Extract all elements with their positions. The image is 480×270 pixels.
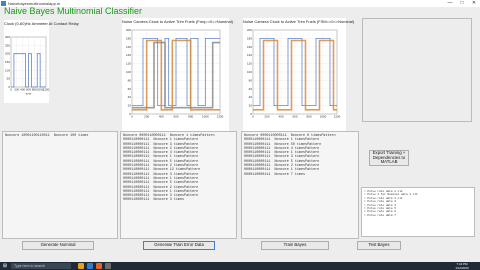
- x-tick-label: 200: [144, 115, 149, 119]
- x-tick-label: 600: [292, 115, 297, 119]
- x-tick-label: 200: [264, 115, 269, 119]
- x-tick-label: 0: [131, 115, 133, 119]
- y-tick-label: 100: [247, 70, 252, 74]
- y-tick-label: 80: [249, 78, 253, 82]
- y-tick-label: 300: [5, 35, 10, 39]
- minimize-icon[interactable]: —: [444, 0, 456, 7]
- x-tick-label: 0: [252, 115, 254, 119]
- y-tick-label: 100: [5, 68, 10, 72]
- chart-title: Noise Camera Clock to Active Trim Fuels …: [122, 19, 233, 24]
- y-tick-label: 40: [249, 95, 253, 99]
- y-tick-label: 180: [247, 36, 252, 40]
- maximize-icon[interactable]: □: [456, 0, 468, 7]
- nominal-output-content: Noncore 10001100110011 Noncore 100 times: [5, 134, 89, 138]
- close-icon[interactable]: ✕: [468, 0, 480, 7]
- bayes-output-text[interactable]: Noncore 0000110000111 Noncore 6 timesPat…: [241, 131, 359, 239]
- test-log-content: > Pulse rate data 1 clk > Pulse 1 for No…: [364, 190, 418, 217]
- y-tick-label: 140: [247, 53, 252, 57]
- x-tick-label: 1200: [334, 115, 341, 119]
- noise-chart-1: 0 200 400 600 800 1000 12000204060801001201401…: [126, 28, 224, 119]
- y-tick-label: 140: [126, 53, 131, 57]
- x-tick-label: 1200: [217, 115, 224, 119]
- y-tick-label: 20: [128, 104, 132, 108]
- chart-title: Clock (0-60)Hz Ammeter At Contact Relay: [4, 21, 79, 26]
- test-bayes-button[interactable]: Test Bayes: [357, 241, 401, 250]
- generate-train-error-button[interactable]: Generate Train Error Data: [143, 241, 215, 250]
- x-tick-label: 800: [188, 115, 193, 119]
- clock-chart: 0 200 400 600 800 1000 1200050100150200250300t…: [5, 35, 50, 96]
- x-tick-label: 200: [14, 88, 19, 92]
- taskbar-search-input[interactable]: Type here to search: [11, 263, 71, 269]
- empty-plot-area: [362, 18, 472, 122]
- x-tick-label: 800: [306, 115, 311, 119]
- noise-chart-2: 0 200 400 600 800 1000 12000204060801001201401…: [247, 28, 341, 119]
- file-explorer-icon[interactable]: [78, 263, 84, 269]
- y-tick-label: 100: [126, 70, 131, 74]
- y-tick-label: 200: [5, 52, 10, 56]
- x-axis-label: time: [26, 92, 32, 96]
- generate-nominal-button[interactable]: Generate Nominal: [22, 241, 94, 250]
- y-tick-label: 250: [5, 43, 10, 47]
- y-tick-label: 160: [126, 45, 131, 49]
- taskbar: ⊞ Type here to search 7:42 PM 1/12/2020: [0, 262, 480, 270]
- train-bayes-button[interactable]: Train Bayes: [261, 241, 329, 250]
- train-output-text[interactable]: Noncore 0000110000111 Noncore 1 timesPat…: [120, 131, 237, 239]
- windows-start-icon[interactable]: ⊞: [2, 263, 8, 269]
- y-tick-label: 180: [126, 36, 131, 40]
- y-tick-label: 120: [126, 62, 131, 66]
- train-output-content: Noncore 0000110000111 Noncore 1 timesPat…: [123, 134, 215, 203]
- x-tick-label: 1200: [43, 88, 50, 92]
- bayes-output-content: Noncore 0000110000111 Noncore 6 timesPat…: [244, 134, 336, 177]
- y-tick-label: 60: [128, 87, 132, 91]
- noise-chart-2-panel: Noise Camera Clock to Active Trim Fuels …: [243, 18, 355, 133]
- chart-title: Noise Camera Clock to Active Trim Fuels …: [243, 19, 355, 24]
- y-tick-label: 160: [247, 45, 252, 49]
- x-tick-label: 400: [278, 115, 283, 119]
- y-tick-label: 200: [126, 28, 131, 32]
- x-tick-label: 0: [10, 88, 12, 92]
- noise-chart-1-panel: Noise Camera Clock to Active Trim Fuels …: [122, 18, 233, 133]
- matlab-taskbar-icon[interactable]: [96, 263, 102, 269]
- x-tick-label: 1000: [202, 115, 209, 119]
- export-training-button[interactable]: Export Training + Dependencies to MATLAB: [369, 150, 409, 166]
- test-log-text[interactable]: > Pulse rate data 1 clk > Pulse 1 for No…: [361, 187, 475, 237]
- y-tick-label: 150: [5, 60, 10, 64]
- y-tick-label: 40: [128, 95, 132, 99]
- clock-chart-panel: Clock (0-60)Hz Ammeter At Contact Relay …: [4, 20, 79, 103]
- y-tick-label: 80: [128, 78, 132, 82]
- x-tick-label: 1000: [320, 115, 327, 119]
- y-tick-label: 120: [247, 62, 252, 66]
- y-tick-label: 60: [249, 87, 253, 91]
- x-tick-label: 600: [173, 115, 178, 119]
- taskbar-clock: 7:42 PM 1/12/2020: [450, 262, 474, 270]
- app-heading: Naive Bayes Multinomial Classifier: [4, 6, 143, 16]
- y-tick-label: 50: [7, 77, 11, 81]
- y-tick-label: 200: [247, 28, 252, 32]
- browser-icon[interactable]: [87, 263, 93, 269]
- app-taskbar-icon[interactable]: [105, 263, 111, 269]
- clock-date: 1/12/2020: [455, 266, 469, 270]
- y-tick-label: 20: [249, 104, 253, 108]
- nominal-output-text[interactable]: Noncore 10001100110011 Noncore 100 times: [2, 131, 118, 239]
- x-tick-label: 400: [159, 115, 164, 119]
